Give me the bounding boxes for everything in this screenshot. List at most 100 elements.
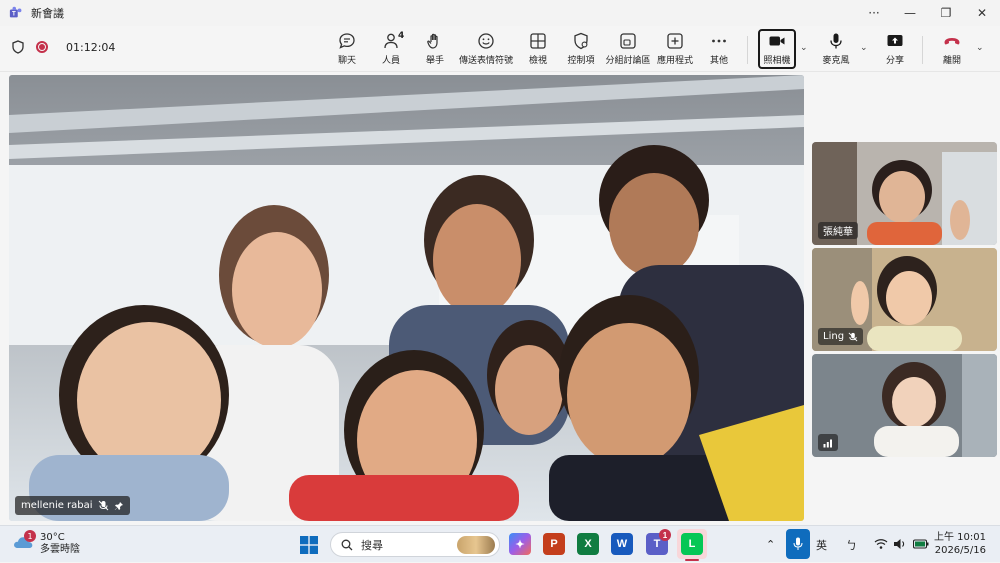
participant-video-3 xyxy=(812,354,997,457)
more-icon xyxy=(712,39,726,43)
apps-label: 應用程式 xyxy=(656,56,693,66)
mic-muted-icon xyxy=(848,332,858,341)
grid-view-icon xyxy=(530,33,546,49)
temperature: 30°C xyxy=(40,532,65,543)
leave-button[interactable]: 離開 xyxy=(928,32,976,66)
restore-button[interactable]: ❐ xyxy=(928,0,964,26)
people-label: 人員 xyxy=(381,56,400,66)
share-label: 分享 xyxy=(885,56,904,66)
leave-options-chevron[interactable]: ⌄ xyxy=(976,43,984,53)
excel-icon[interactable]: X xyxy=(577,533,599,555)
controls-label: 控制項 xyxy=(567,56,595,66)
line-app-icon[interactable]: L xyxy=(681,533,703,555)
weather-widget[interactable]: 1 30°C 多雲時陰 xyxy=(12,530,80,556)
minimize-button[interactable]: — xyxy=(892,0,928,26)
close-window-button[interactable]: ✕ xyxy=(964,0,1000,26)
window-controls: ··· — ❐ ✕ xyxy=(856,0,1000,26)
windows-start-icon[interactable] xyxy=(300,536,318,554)
more-button[interactable]: 其他 xyxy=(695,32,743,66)
controls-button[interactable]: 控制項 xyxy=(557,32,605,66)
shield-settings-icon xyxy=(574,32,588,50)
camera-icon xyxy=(769,36,785,46)
search-highlight-icon xyxy=(457,535,495,554)
input-language[interactable]: 英 xyxy=(816,526,827,563)
chat-label: 聊天 xyxy=(337,56,356,66)
camera-button[interactable]: 照相機 xyxy=(753,32,801,66)
microphone-label: 麥克風 xyxy=(822,56,850,66)
main-participant-video[interactable]: mellenie rabai xyxy=(9,75,804,521)
taskbar-search[interactable]: 搜尋 xyxy=(330,532,500,557)
shield-icon[interactable] xyxy=(12,40,24,54)
group-selfie-video-frame xyxy=(9,75,804,521)
search-icon xyxy=(341,539,353,550)
battery-icon[interactable] xyxy=(913,538,929,550)
microphone-in-use-indicator[interactable] xyxy=(786,529,810,559)
main-participant-name: mellenie rabai xyxy=(21,500,93,511)
toolbar-divider-2 xyxy=(922,36,923,64)
participant-3-signal-tag xyxy=(818,434,838,451)
breakout-rooms-icon xyxy=(620,33,636,49)
teams-badge: 1 xyxy=(659,529,671,541)
participant-2-name: Ling xyxy=(823,331,845,342)
ime-mode-icon[interactable]: ㄅ xyxy=(846,526,857,563)
mic-muted-icon xyxy=(98,500,108,511)
participant-thumbnail-3[interactable] xyxy=(812,354,997,457)
pin-icon[interactable] xyxy=(114,501,124,511)
share-button[interactable]: 分享 xyxy=(871,32,919,66)
windows-taskbar: 1 30°C 多雲時陰 搜尋 ✦ P X W T 1 L ⌃ 英 ㄅ 上午 10… xyxy=(0,525,1000,562)
participant-2-name-tag: Ling xyxy=(818,328,864,345)
more-options-button[interactable]: ··· xyxy=(856,0,892,26)
microphone-options-chevron[interactable]: ⌄ xyxy=(860,43,868,53)
weather-badge: 1 xyxy=(24,530,36,542)
reactions-button[interactable]: 傳送表情符號 xyxy=(459,32,514,66)
microphone-icon xyxy=(830,33,842,49)
window-title: 新會議 xyxy=(31,7,64,20)
participant-1-name-tag: 張純華 xyxy=(818,222,858,239)
main-participant-name-tag: mellenie rabai xyxy=(15,496,130,515)
weather-description: 多雲時陰 xyxy=(40,544,80,555)
meeting-toolbar: 01:12:04 聊天 4 人員 舉手 傳送表情符號 檢視 控制項 分組討論區 … xyxy=(0,26,1000,72)
people-button[interactable]: 4 人員 xyxy=(367,31,415,66)
clock-time: 上午 10:01 xyxy=(934,532,986,543)
camera-options-chevron[interactable]: ⌄ xyxy=(800,43,808,53)
participant-thumbnail-2[interactable]: Ling xyxy=(812,248,997,351)
breakout-rooms-label: 分組討論區 xyxy=(605,56,651,66)
line-active-indicator xyxy=(685,559,699,561)
share-screen-icon xyxy=(887,35,903,46)
people-count: 4 xyxy=(398,31,405,41)
teams-app-icon: T xyxy=(9,6,22,18)
toolbar-divider xyxy=(747,36,748,64)
svg-text:T: T xyxy=(12,11,16,18)
raise-hand-button[interactable]: 舉手 xyxy=(411,32,459,66)
teams-taskbar-icon[interactable]: T 1 xyxy=(646,529,671,555)
title-bar: T 新會議 ··· — ❐ ✕ xyxy=(0,0,1000,26)
recording-icon xyxy=(36,41,48,53)
add-app-icon xyxy=(667,33,683,49)
wifi-icon[interactable] xyxy=(874,538,888,550)
reactions-label: 傳送表情符號 xyxy=(459,56,514,66)
raise-hand-label: 舉手 xyxy=(425,56,444,66)
hang-up-icon xyxy=(944,38,960,45)
meeting-timer: 01:12:04 xyxy=(66,40,116,54)
view-label: 檢視 xyxy=(528,56,547,66)
search-placeholder: 搜尋 xyxy=(361,538,383,552)
participant-thumbnail-1[interactable]: 張純華 xyxy=(812,142,997,245)
view-button[interactable]: 檢視 xyxy=(514,32,562,66)
show-hidden-icons[interactable]: ⌃ xyxy=(766,526,775,563)
hand-icon xyxy=(427,33,438,49)
emoji-icon xyxy=(478,33,494,49)
microphone-button[interactable]: 麥克風 xyxy=(812,32,860,66)
powerpoint-icon[interactable]: P xyxy=(543,533,565,555)
more-label: 其他 xyxy=(709,56,728,66)
apps-button[interactable]: 應用程式 xyxy=(651,32,699,66)
microphone-tray-icon xyxy=(793,537,803,550)
breakout-rooms-button[interactable]: 分組討論區 xyxy=(604,32,652,66)
chat-icon xyxy=(339,33,355,49)
signal-strength-icon xyxy=(823,439,832,447)
word-icon[interactable]: W xyxy=(611,533,633,555)
volume-icon[interactable] xyxy=(893,538,907,550)
leave-label: 離開 xyxy=(942,56,961,66)
taskbar-clock[interactable]: 上午 10:01 2026/5/16 xyxy=(934,531,986,557)
copilot-icon[interactable]: ✦ xyxy=(509,533,531,555)
chat-button[interactable]: 聊天 xyxy=(323,32,371,66)
